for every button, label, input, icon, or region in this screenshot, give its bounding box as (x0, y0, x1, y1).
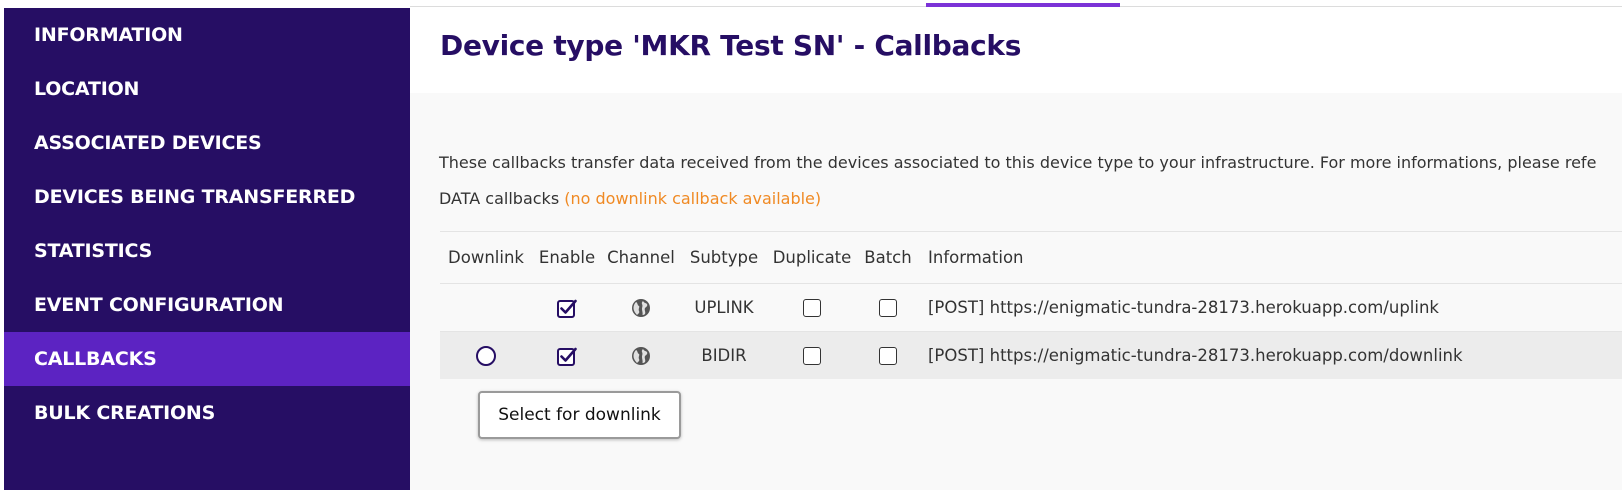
sidebar-item-statistics[interactable]: STATISTICS (4, 224, 410, 278)
batch-cell (856, 284, 920, 331)
downlink-cell (440, 332, 532, 379)
enable-cell (532, 284, 602, 331)
sidebar-item-callbacks[interactable]: CALLBACKS (4, 332, 410, 386)
enable-checkbox-checked[interactable] (557, 298, 577, 318)
sidebar-item-location[interactable]: LOCATION (4, 62, 410, 116)
duplicate-cell (768, 332, 856, 379)
downlink-cell (440, 284, 532, 331)
downlink-radio[interactable] (476, 345, 496, 366)
callbacks-section-note: (no downlink callback available) (564, 189, 822, 208)
column-header-enable: Enable (538, 248, 596, 267)
channel-cell (602, 284, 680, 331)
callbacks-table: Downlink Enable Channel Subtype Duplicat… (440, 231, 1622, 379)
enable-checkbox-checked[interactable] (557, 346, 577, 366)
sidebar-item-devices-being-transferred[interactable]: DEVICES BEING TRANSFERRED (4, 170, 410, 224)
page-header: Device type 'MKR Test SN' - Callbacks (410, 7, 1622, 93)
table-row: UPLINK [POST] https://enigmatic-tundra-2… (440, 283, 1622, 331)
sidebar-item-event-configuration[interactable]: EVENT CONFIGURATION (4, 278, 410, 332)
information-cell: [POST] https://enigmatic-tundra-28173.he… (928, 298, 1439, 317)
enable-cell (532, 332, 602, 379)
column-header-batch: Batch (864, 248, 912, 267)
sidebar-item-information[interactable]: INFORMATION (4, 8, 410, 62)
column-header-subtype: Subtype (689, 248, 759, 267)
batch-cell (856, 332, 920, 379)
globe-icon (632, 298, 650, 317)
batch-checkbox[interactable] (879, 298, 897, 317)
sidebar-item-associated-devices[interactable]: ASSOCIATED DEVICES (4, 116, 410, 170)
batch-checkbox[interactable] (879, 346, 897, 365)
duplicate-checkbox[interactable] (803, 298, 821, 317)
downlink-tooltip: Select for downlink (478, 391, 681, 439)
callbacks-section-heading: DATA callbacks (no downlink callback ava… (439, 189, 821, 208)
duplicate-cell (768, 284, 856, 331)
column-header-downlink: Downlink (448, 248, 524, 267)
column-header-information: Information (928, 248, 1024, 267)
table-header-row: Downlink Enable Channel Subtype Duplicat… (440, 231, 1622, 283)
callbacks-section-title: DATA callbacks (439, 189, 560, 208)
duplicate-checkbox[interactable] (803, 346, 821, 365)
channel-cell (602, 332, 680, 379)
sidebar: INFORMATION LOCATION ASSOCIATED DEVICES … (4, 8, 410, 490)
sidebar-item-bulk-creations[interactable]: BULK CREATIONS (4, 386, 410, 440)
column-header-duplicate: Duplicate (772, 248, 852, 267)
callbacks-description: These callbacks transfer data received f… (439, 153, 1597, 172)
subtype-cell: UPLINK (694, 298, 754, 317)
subtype-cell: BIDIR (701, 346, 747, 365)
column-header-channel: Channel (607, 248, 675, 267)
table-row: BIDIR [POST] https://enigmatic-tundra-28… (440, 331, 1622, 379)
page-title: Device type 'MKR Test SN' - Callbacks (440, 29, 1022, 62)
globe-icon (632, 346, 650, 365)
information-cell: [POST] https://enigmatic-tundra-28173.he… (928, 346, 1463, 365)
